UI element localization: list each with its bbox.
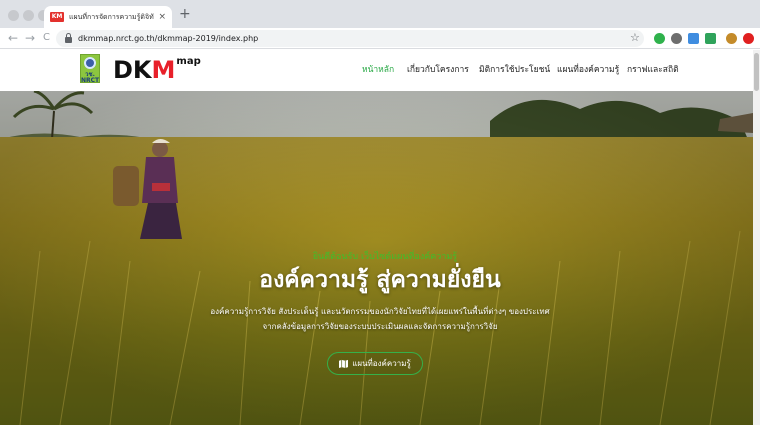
hero-description-line: องค์ความรู้การวิจัย สังประเด็นรู้ และนวั…: [210, 307, 550, 316]
menu-about[interactable]: เกี่ยวกับโครงการ: [407, 50, 469, 91]
menu-knowledge-map[interactable]: แผนที่องค์ความรู้: [557, 50, 619, 91]
logo-map-text: map: [176, 56, 201, 67]
extension-icon[interactable]: [743, 33, 754, 44]
forward-button[interactable]: →: [25, 30, 35, 46]
extension-icon[interactable]: [671, 33, 682, 44]
scrollbar-thumb[interactable]: [754, 53, 759, 91]
hero-description-line: จากคลังข้อมูลการวิจัยของระบบประเมินผลและ…: [262, 322, 498, 331]
menu-graphs-stats[interactable]: กราฟและสถิติ: [627, 50, 679, 91]
address-bar[interactable]: dkmmap.nrct.go.th/dkmmap-2019/index.php: [56, 30, 644, 47]
browser-tab[interactable]: KM แผนที่การจัดการความรู้ดิจิทัล::DKM ×: [44, 6, 172, 28]
hero-banner: ยินดีต้อนรับ เว็บไซต์แผนที่องค์ความรู้ อ…: [0, 91, 753, 425]
logo-m-text: M: [151, 56, 176, 84]
bookmark-star-icon[interactable]: ☆: [630, 30, 640, 46]
new-tab-button[interactable]: +: [179, 7, 191, 21]
page-scrollbar[interactable]: [753, 50, 760, 425]
browser-tab-strip: KM แผนที่การจัดการความรู้ดิจิทัล::DKM × …: [0, 0, 760, 28]
menu-home[interactable]: หน้าหลัก: [362, 50, 394, 91]
site-favicon-icon: KM: [50, 12, 64, 22]
knowledge-map-button[interactable]: แผนที่องค์ความรู้: [327, 352, 423, 375]
logo-badge-text: วช. NRCT: [81, 71, 100, 84]
url-text[interactable]: dkmmap.nrct.go.th/dkmmap-2019/index.php: [78, 34, 258, 43]
extension-icon[interactable]: [654, 33, 665, 44]
map-icon: [339, 359, 349, 368]
hero-description: องค์ความรู้การวิจัย สังประเด็นรู้ และนวั…: [170, 304, 590, 334]
knowledge-map-button-label: แผนที่องค์ความรู้: [352, 359, 411, 368]
hero-title: องค์ความรู้ สู่ความยั่งยืน: [259, 267, 501, 293]
window-minimize-button[interactable]: [23, 10, 34, 21]
emblem-icon: [84, 57, 96, 69]
logo-dk-text: DK: [113, 56, 152, 84]
extension-icon[interactable]: [705, 33, 716, 44]
lock-icon: [65, 33, 72, 43]
hero-subtitle: ยินดีต้อนรับ เว็บไซต์แผนที่องค์ความรู้: [312, 252, 458, 262]
menu-usage-dimension[interactable]: มิติการใช้ประโยชน์: [479, 50, 550, 91]
browser-toolbar: ← → C dkmmap.nrct.go.th/dkmmap-2019/inde…: [0, 28, 760, 49]
extension-icon[interactable]: [688, 33, 699, 44]
back-button[interactable]: ←: [8, 30, 18, 46]
tab-close-icon[interactable]: ×: [158, 12, 166, 22]
dkm-logo[interactable]: DK M map: [113, 55, 201, 85]
nrct-logo[interactable]: วช. NRCT: [80, 54, 100, 84]
site-navbar: วช. NRCT DK M map หน้าหลัก เกี่ยวกับโครง…: [0, 50, 760, 91]
tab-title: แผนที่การจัดการความรู้ดิจิทัล::DKM: [69, 12, 154, 21]
profile-avatar-icon[interactable]: [726, 33, 737, 44]
window-close-button[interactable]: [8, 10, 19, 21]
reload-button[interactable]: C: [43, 30, 50, 46]
